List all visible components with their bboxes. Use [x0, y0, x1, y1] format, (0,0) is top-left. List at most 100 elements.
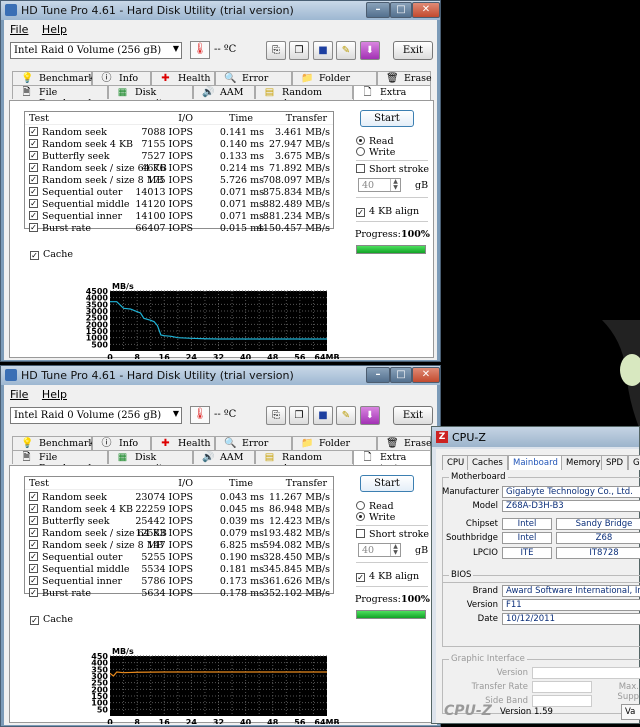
- exit-button[interactable]: Exit: [393, 41, 433, 60]
- save-button[interactable]: ■: [313, 41, 333, 60]
- tab-random-access[interactable]: ▤Random Access: [255, 450, 353, 474]
- cpuz-footer-logo: CPU-Z: [444, 703, 492, 719]
- close-button[interactable]: ✕: [412, 367, 440, 383]
- minimize-button[interactable]: –: [366, 367, 390, 383]
- tab-file-benchmark[interactable]: 🗎File Benchmark: [12, 450, 108, 474]
- tab-erase[interactable]: 🗑 Erase: [377, 71, 432, 85]
- thermometer-icon: 🌡: [190, 41, 210, 59]
- window-body: File Help Intel Raid 0 Volume (256 gB) ▼…: [4, 385, 437, 725]
- validate-button[interactable]: Va: [621, 704, 640, 720]
- tab-extra-tests[interactable]: 🗋Extra tests: [353, 85, 431, 109]
- document-icon: 🗋: [363, 87, 372, 98]
- tab-error-scan[interactable]: 🔍Error Scan: [215, 71, 292, 95]
- download-button[interactable]: ⬇: [360, 41, 380, 60]
- menu-help[interactable]: Help: [42, 388, 67, 401]
- tab-disk-monitor[interactable]: ▦Disk monitor: [108, 85, 193, 109]
- tab-info[interactable]: ⓘ Info: [92, 71, 151, 85]
- date-label: Date: [477, 614, 498, 624]
- chipset-value: Sandy Bridge: [556, 518, 640, 530]
- x-tick-label: 0: [107, 718, 113, 724]
- maximize-button[interactable]: □: [390, 367, 412, 383]
- close-button[interactable]: ✕: [412, 2, 440, 18]
- temperature-value: -- ºC: [214, 409, 237, 420]
- options-button[interactable]: ✎: [336, 41, 356, 60]
- cpuz-logo-icon: Z: [436, 431, 448, 443]
- x-tick-label: 32: [213, 718, 224, 724]
- graphic-version-label: Version: [496, 668, 528, 678]
- x-tick-label: 16: [159, 718, 171, 724]
- y-axis-label: MB/s: [112, 647, 134, 656]
- x-tick-label: 48: [267, 718, 279, 724]
- tab-info[interactable]: ⓘ Info: [92, 436, 151, 450]
- magnifier-icon: 🔍: [224, 73, 237, 84]
- tab-label: Info: [119, 73, 139, 84]
- tab-error-scan[interactable]: 🔍Error Scan: [215, 436, 292, 460]
- tab-benchmark[interactable]: 💡 Benchmark: [12, 71, 94, 85]
- file-icon: 🗎: [22, 452, 31, 463]
- tab-erase[interactable]: 🗑 Erase: [377, 436, 432, 450]
- title-bar[interactable]: HD Tune Pro 4.61 - Hard Disk Utility (tr…: [1, 366, 440, 385]
- tab-benchmark[interactable]: 💡 Benchmark: [12, 436, 94, 450]
- app-icon: [5, 4, 17, 16]
- maximize-button[interactable]: □: [390, 2, 412, 18]
- tab-folder-usage[interactable]: 📁Folder Usage: [292, 71, 377, 95]
- copy-image-icon: ❐: [294, 410, 304, 421]
- wrench-icon: ✎: [341, 45, 351, 56]
- bulb-icon: 💡: [21, 438, 34, 449]
- brand-value: Award Software International, Inc.: [502, 585, 640, 597]
- tab-aam[interactable]: 🔊 AAM: [193, 450, 255, 464]
- save-button[interactable]: ■: [313, 406, 333, 425]
- tab-random-access[interactable]: ▤Random Access: [255, 85, 353, 109]
- copy-text-button[interactable]: ⎘: [266, 406, 286, 425]
- tab-disk-monitor[interactable]: ▦Disk monitor: [108, 450, 193, 474]
- group-title: Graphic Interface: [449, 654, 527, 664]
- y-tick-label: 50: [97, 705, 109, 714]
- save-icon: ■: [318, 410, 328, 421]
- tab-mainboard[interactable]: Mainboard: [508, 455, 563, 470]
- southbridge-value: Z68: [556, 532, 640, 544]
- wallpaper-figure: [602, 320, 640, 430]
- lpcio-value: IT8728: [556, 547, 640, 559]
- tab-caches[interactable]: Caches: [467, 455, 508, 470]
- tab-health[interactable]: ✚ Health: [151, 71, 215, 85]
- copy-screenshot-button[interactable]: ❐: [289, 41, 309, 60]
- x-tick-label: 40: [240, 718, 252, 724]
- tab-memory[interactable]: Memory: [561, 455, 606, 470]
- tab-extra-tests[interactable]: 🗋Extra tests: [353, 450, 431, 474]
- minimize-button[interactable]: –: [366, 2, 390, 18]
- monitor-chart-icon: ▦: [117, 452, 128, 463]
- tab-file-benchmark[interactable]: 🗎File Benchmark: [12, 85, 108, 109]
- speaker-icon: 🔊: [202, 87, 215, 98]
- folder-icon: 📁: [301, 73, 314, 84]
- x-tick-label: 64MB: [314, 353, 339, 359]
- copy-screenshot-button[interactable]: ❐: [289, 406, 309, 425]
- exit-button[interactable]: Exit: [393, 406, 433, 425]
- drive-select[interactable]: Intel Raid 0 Volume (256 gB) ▼: [10, 407, 182, 424]
- copy-icon: ⎘: [272, 45, 280, 56]
- menu-help[interactable]: Help: [42, 23, 67, 36]
- tab-label: Info: [119, 438, 139, 449]
- arrow-down-icon: ⬇: [365, 410, 375, 421]
- window-title: HD Tune Pro 4.61 - Hard Disk Utility (tr…: [21, 369, 294, 382]
- title-bar[interactable]: HD Tune Pro 4.61 - Hard Disk Utility (tr…: [1, 1, 440, 20]
- tab-graphics[interactable]: Gra: [628, 455, 640, 470]
- tab-health[interactable]: ✚ Health: [151, 436, 215, 450]
- options-button[interactable]: ✎: [336, 406, 356, 425]
- title-bar[interactable]: Z CPU-Z: [432, 427, 639, 447]
- transfer-chart: 45040035030025020015010050MB/s0 8 16 24 32 40…: [91, 647, 339, 724]
- lpcio-label: LPCIO: [473, 548, 498, 558]
- tab-aam[interactable]: 🔊 AAM: [193, 85, 255, 99]
- tab-folder-usage[interactable]: 📁Folder Usage: [292, 436, 377, 460]
- tab-spd[interactable]: SPD: [601, 455, 629, 470]
- extra-tests-panel: Test I/O Time Transfer ✓ Random seek 7088 …: [9, 100, 434, 359]
- lpcio-vendor: ITE: [502, 547, 552, 559]
- drive-select[interactable]: Intel Raid 0 Volume (256 gB) ▼: [10, 42, 182, 59]
- tab-cpu[interactable]: CPU: [442, 455, 470, 470]
- menu-file[interactable]: File: [10, 388, 28, 401]
- download-button[interactable]: ⬇: [360, 406, 380, 425]
- folder-icon: 📁: [301, 438, 314, 449]
- copy-text-button[interactable]: ⎘: [266, 41, 286, 60]
- tab-label: AAM: [220, 452, 244, 463]
- menu-file[interactable]: File: [10, 23, 28, 36]
- drive-value: Intel Raid 0 Volume (256 gB): [14, 45, 162, 56]
